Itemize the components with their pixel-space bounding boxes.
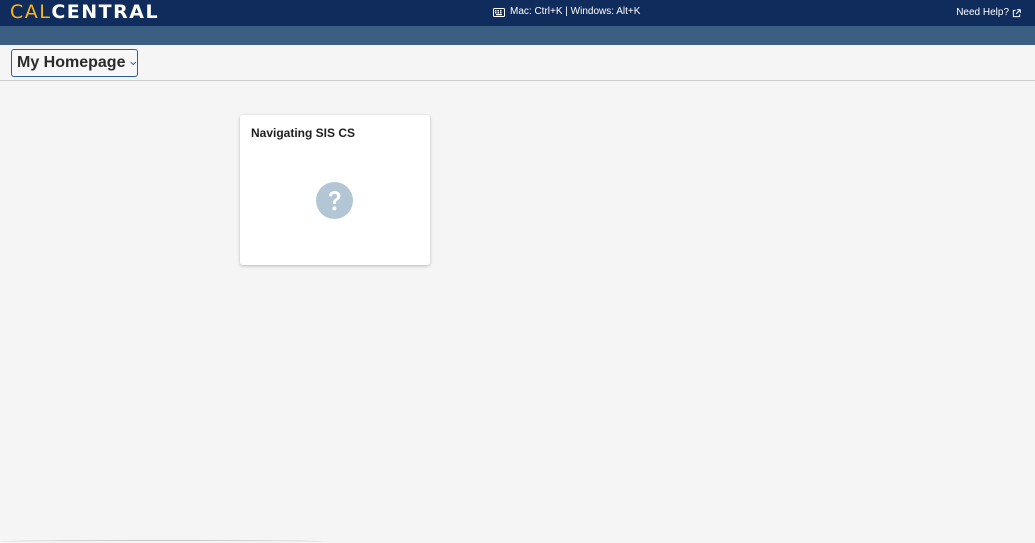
global-header: CALCENTRAL Mac: Ctrl+K | Windows: Alt+K … — [0, 0, 1035, 26]
keyboard-icon — [493, 7, 505, 17]
keyboard-shortcut-hint: Mac: Ctrl+K | Windows: Alt+K — [493, 5, 640, 19]
logo-cal: CAL — [10, 1, 52, 23]
secondary-nav-bar — [0, 26, 1035, 45]
need-help-label: Need Help? — [956, 7, 1009, 18]
tile-title: Navigating SIS CS — [251, 126, 356, 140]
shortcut-text: Mac: Ctrl+K | Windows: Alt+K — [510, 6, 641, 17]
chevron-down-icon — [130, 61, 137, 65]
homepage-select[interactable]: My Homepage — [11, 49, 138, 77]
logo-central: CENTRAL — [51, 1, 160, 23]
question-circle-icon — [316, 182, 353, 219]
tile-navigating-sis-cs[interactable]: Navigating SIS CS — [240, 115, 430, 265]
page-header-bar: My Homepage — [0, 45, 1035, 81]
calcentral-logo[interactable]: CALCENTRAL — [10, 0, 159, 24]
external-link-icon — [1012, 8, 1021, 17]
need-help-link[interactable]: Need Help? — [956, 6, 1021, 20]
homepage-select-label: My Homepage — [17, 54, 126, 71]
